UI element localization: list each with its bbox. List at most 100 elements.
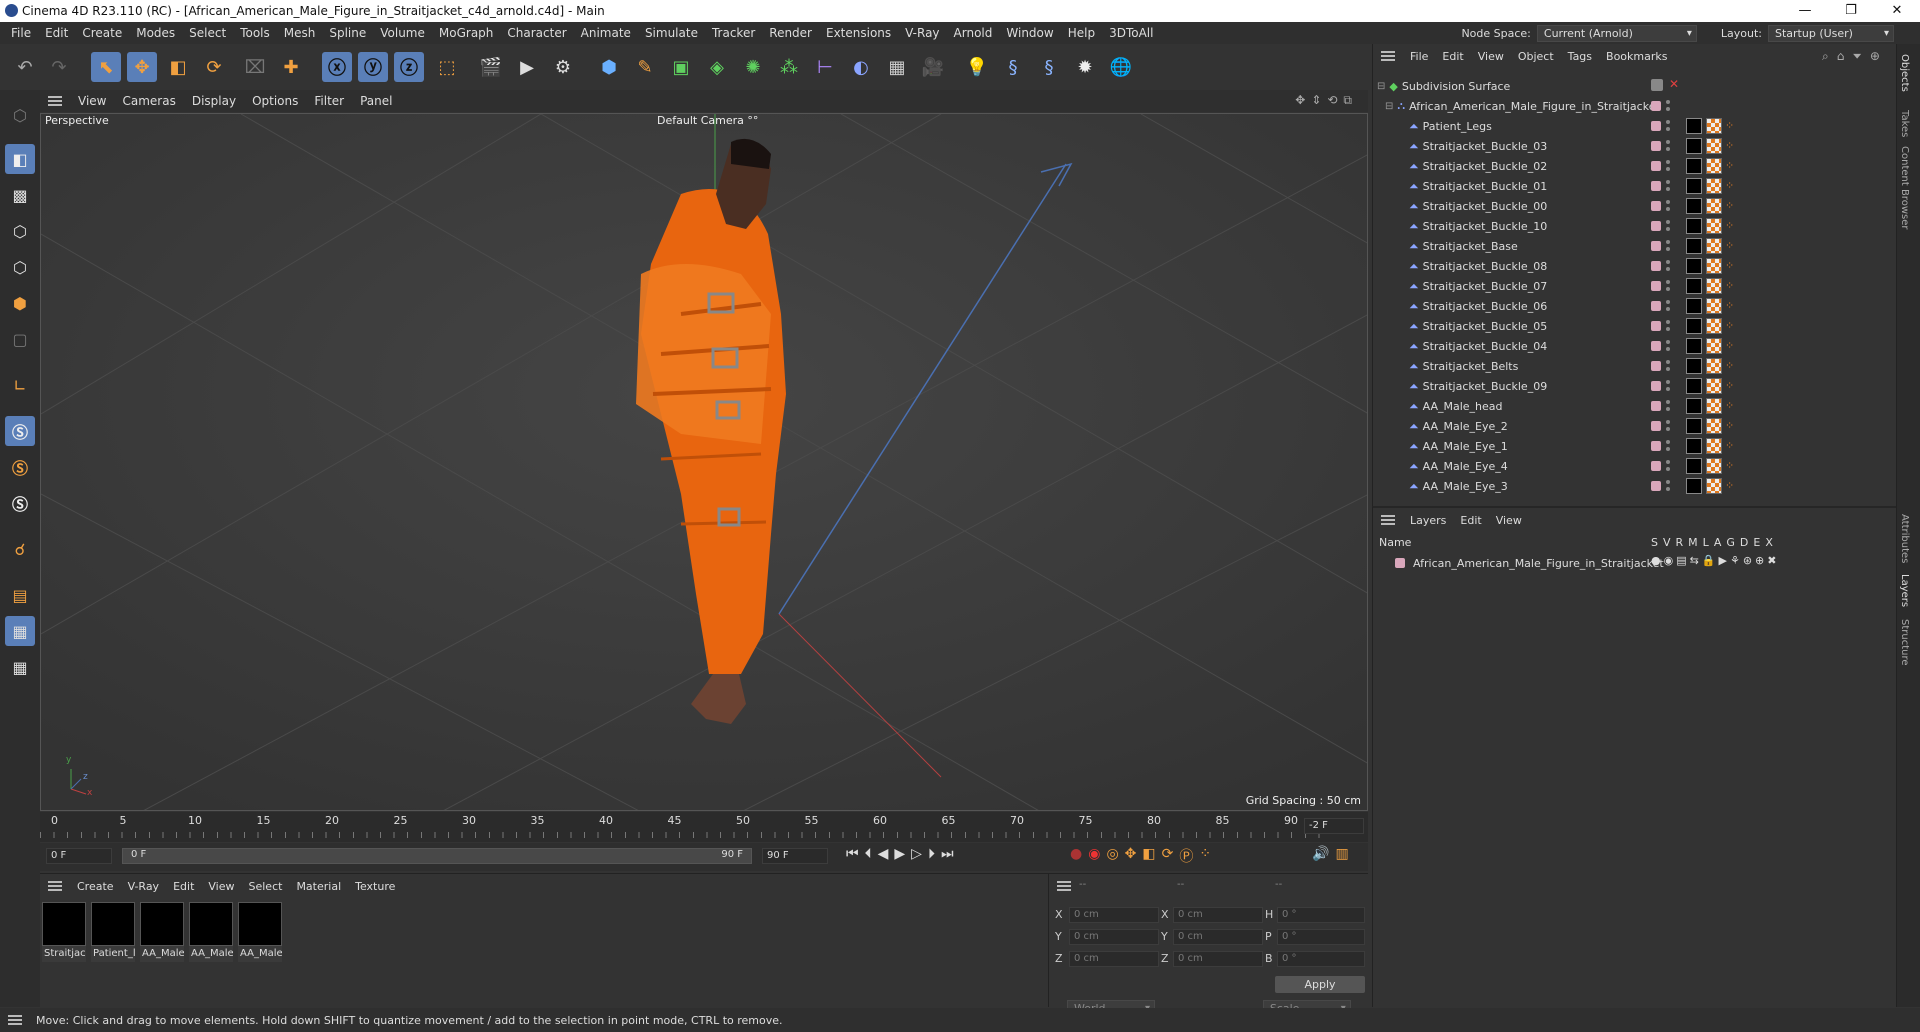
layer-color-swatch[interactable] — [1651, 281, 1661, 291]
object-row[interactable]: ⏶ AA_Male_Eye_3 ⁘ — [1373, 476, 1897, 496]
layer-color-swatch[interactable] — [1651, 321, 1661, 331]
phong-tag-icon[interactable]: ⁘ — [1725, 419, 1739, 433]
layer-color-swatch[interactable] — [1651, 361, 1661, 371]
object-row[interactable]: ⏶ AA_Male_Eye_2 ⁘ — [1373, 416, 1897, 436]
object-row[interactable]: ⏶ Straitjacket_Buckle_04 ⁘ — [1373, 336, 1897, 356]
workplane-icon[interactable]: ▤ — [5, 580, 35, 610]
tab-content-browser[interactable]: Content Browser — [1899, 146, 1910, 229]
snap-icon[interactable]: Ⓢ — [5, 416, 35, 446]
visibility-dots[interactable] — [1666, 179, 1670, 193]
object-row[interactable]: ⏶ Straitjacket_Buckle_10 ⁘ — [1373, 216, 1897, 236]
z-axis-lock-icon[interactable]: ⓩ — [394, 52, 424, 82]
viewport-menu-options[interactable]: Options — [244, 94, 306, 108]
python-icon[interactable]: § — [998, 52, 1028, 82]
layer-color-swatch[interactable] — [1651, 341, 1661, 351]
minimize-button[interactable]: — — [1782, 0, 1828, 22]
phong-tag-icon[interactable]: ⁘ — [1725, 179, 1739, 193]
material-menu-material[interactable]: Material — [289, 880, 348, 893]
model-mode-icon[interactable]: ◧ — [5, 144, 35, 174]
rot-b-field[interactable]: 0 ° — [1277, 951, 1365, 967]
material-tag-icon[interactable] — [1686, 238, 1702, 254]
visibility-dots[interactable] — [1666, 399, 1670, 413]
x-axis-lock-icon[interactable]: ⓧ — [322, 52, 352, 82]
film-strip-icon[interactable]: ▥ — [1335, 846, 1348, 862]
phong-tag-icon[interactable]: ⁘ — [1725, 239, 1739, 253]
motion-track-icon[interactable]: 🔊 — [1312, 846, 1329, 862]
tab-takes[interactable]: Takes — [1899, 110, 1910, 137]
texture-tag-icon[interactable] — [1706, 238, 1722, 254]
key-position-icon[interactable]: ✥ — [1125, 846, 1137, 866]
key-param-icon[interactable]: Ⓟ — [1179, 846, 1193, 866]
visibility-dots[interactable] — [1666, 319, 1670, 333]
material-menu-select[interactable]: Select — [242, 880, 290, 893]
object-row-group[interactable]: ⊟ ⛬ African_American_Male_Figure_in_Stra… — [1373, 96, 1897, 116]
globe-icon[interactable]: 🌐 — [1106, 52, 1136, 82]
goto-start-icon[interactable]: ⏮ — [846, 846, 859, 862]
cube-icon[interactable]: ⬢ — [594, 52, 624, 82]
material-menu-edit[interactable]: Edit — [166, 880, 201, 893]
scale-tool-icon[interactable]: ◧ — [163, 52, 193, 82]
object-row[interactable]: ⏶ Straitjacket_Buckle_00 ⁘ — [1373, 196, 1897, 216]
recent-tool-icon[interactable]: ⌧ — [240, 52, 270, 82]
object-menu-view[interactable]: View — [1471, 50, 1511, 63]
menu-mesh[interactable]: Mesh — [277, 26, 323, 40]
layer-color-swatch[interactable] — [1651, 121, 1661, 131]
locked-workplane-icon[interactable]: ▦ — [5, 652, 35, 682]
material-swatch[interactable]: AA_Male — [189, 902, 233, 964]
material-tag-icon[interactable] — [1686, 338, 1702, 354]
rotate-tool-icon[interactable]: ⟳ — [199, 52, 229, 82]
field-icon[interactable]: ◐ — [846, 52, 876, 82]
uv-mode-icon[interactable]: ▢ — [5, 324, 35, 354]
cloner-icon[interactable]: ✺ — [738, 52, 768, 82]
prev-key-icon[interactable]: ⏴ — [865, 846, 872, 862]
pos-x-field[interactable]: 0 cm — [1069, 907, 1159, 923]
object-row[interactable]: ⏶ Straitjacket_Base ⁘ — [1373, 236, 1897, 256]
tab-layers[interactable]: Layers — [1899, 574, 1910, 607]
phong-tag-icon[interactable]: ⁘ — [1725, 199, 1739, 213]
close-button[interactable]: ✕ — [1874, 0, 1920, 22]
quantize-icon[interactable]: Ⓢ — [5, 488, 35, 518]
object-row[interactable]: ⏶ Straitjacket_Buckle_08 ⁘ — [1373, 256, 1897, 276]
visibility-dots[interactable] — [1666, 359, 1670, 373]
material-tag-icon[interactable] — [1686, 298, 1702, 314]
layer-color-swatch[interactable] — [1651, 481, 1661, 491]
texture-tag-icon[interactable] — [1706, 198, 1722, 214]
texture-tag-icon[interactable] — [1706, 338, 1722, 354]
layer-color-swatch[interactable] — [1651, 441, 1661, 451]
collapse-icon[interactable]: ⊟ — [1377, 81, 1385, 92]
menu-extensions[interactable]: Extensions — [819, 26, 898, 40]
menu-volume[interactable]: Volume — [373, 26, 432, 40]
material-tag-icon[interactable] — [1686, 398, 1702, 414]
layer-menu-view[interactable]: View — [1489, 514, 1529, 527]
object-menu-tags[interactable]: Tags — [1561, 50, 1599, 63]
menu-mograph[interactable]: MoGraph — [432, 26, 501, 40]
make-editable-icon[interactable]: ⬡ — [5, 100, 35, 130]
texture-tag-icon[interactable] — [1706, 478, 1722, 494]
pos-z-field[interactable]: 0 cm — [1069, 951, 1159, 967]
layer-row[interactable]: African_American_Male_Figure_in_Straitja… — [1373, 554, 1897, 572]
size-z-field[interactable]: 0 cm — [1173, 951, 1263, 967]
render-settings-icon[interactable]: ⚙ — [548, 52, 578, 82]
visibility-dots[interactable] — [1666, 279, 1670, 293]
object-row[interactable]: ⏶ Straitjacket_Belts ⁘ — [1373, 356, 1897, 376]
material-menu-icon[interactable] — [48, 881, 62, 891]
visibility-dots[interactable] — [1666, 339, 1670, 353]
phong-tag-icon[interactable]: ⁘ — [1725, 379, 1739, 393]
menu-create[interactable]: Create — [75, 26, 129, 40]
goto-end-icon[interactable]: ⏭ — [941, 846, 954, 862]
grid-workplane-icon[interactable]: ▦ — [5, 616, 35, 646]
next-frame-icon[interactable]: ▷ — [911, 846, 922, 862]
phong-tag-icon[interactable]: ⁘ — [1725, 279, 1739, 293]
phong-tag-icon[interactable]: ⁘ — [1725, 139, 1739, 153]
render-region-icon[interactable]: 🎬 — [476, 52, 506, 82]
material-tag-icon[interactable] — [1686, 198, 1702, 214]
material-tag-icon[interactable] — [1686, 138, 1702, 154]
phong-tag-icon[interactable]: ⁘ — [1725, 219, 1739, 233]
material-menu-create[interactable]: Create — [70, 880, 121, 893]
object-row[interactable]: ⏶ AA_Male_Eye_1 ⁘ — [1373, 436, 1897, 456]
menu-3dtoall[interactable]: 3DToAll — [1102, 26, 1160, 40]
tab-structure[interactable]: Structure — [1899, 619, 1910, 666]
texture-tag-icon[interactable] — [1706, 398, 1722, 414]
viewport-menu-display[interactable]: Display — [184, 94, 244, 108]
key-scale-icon[interactable]: ◧ — [1142, 846, 1155, 866]
